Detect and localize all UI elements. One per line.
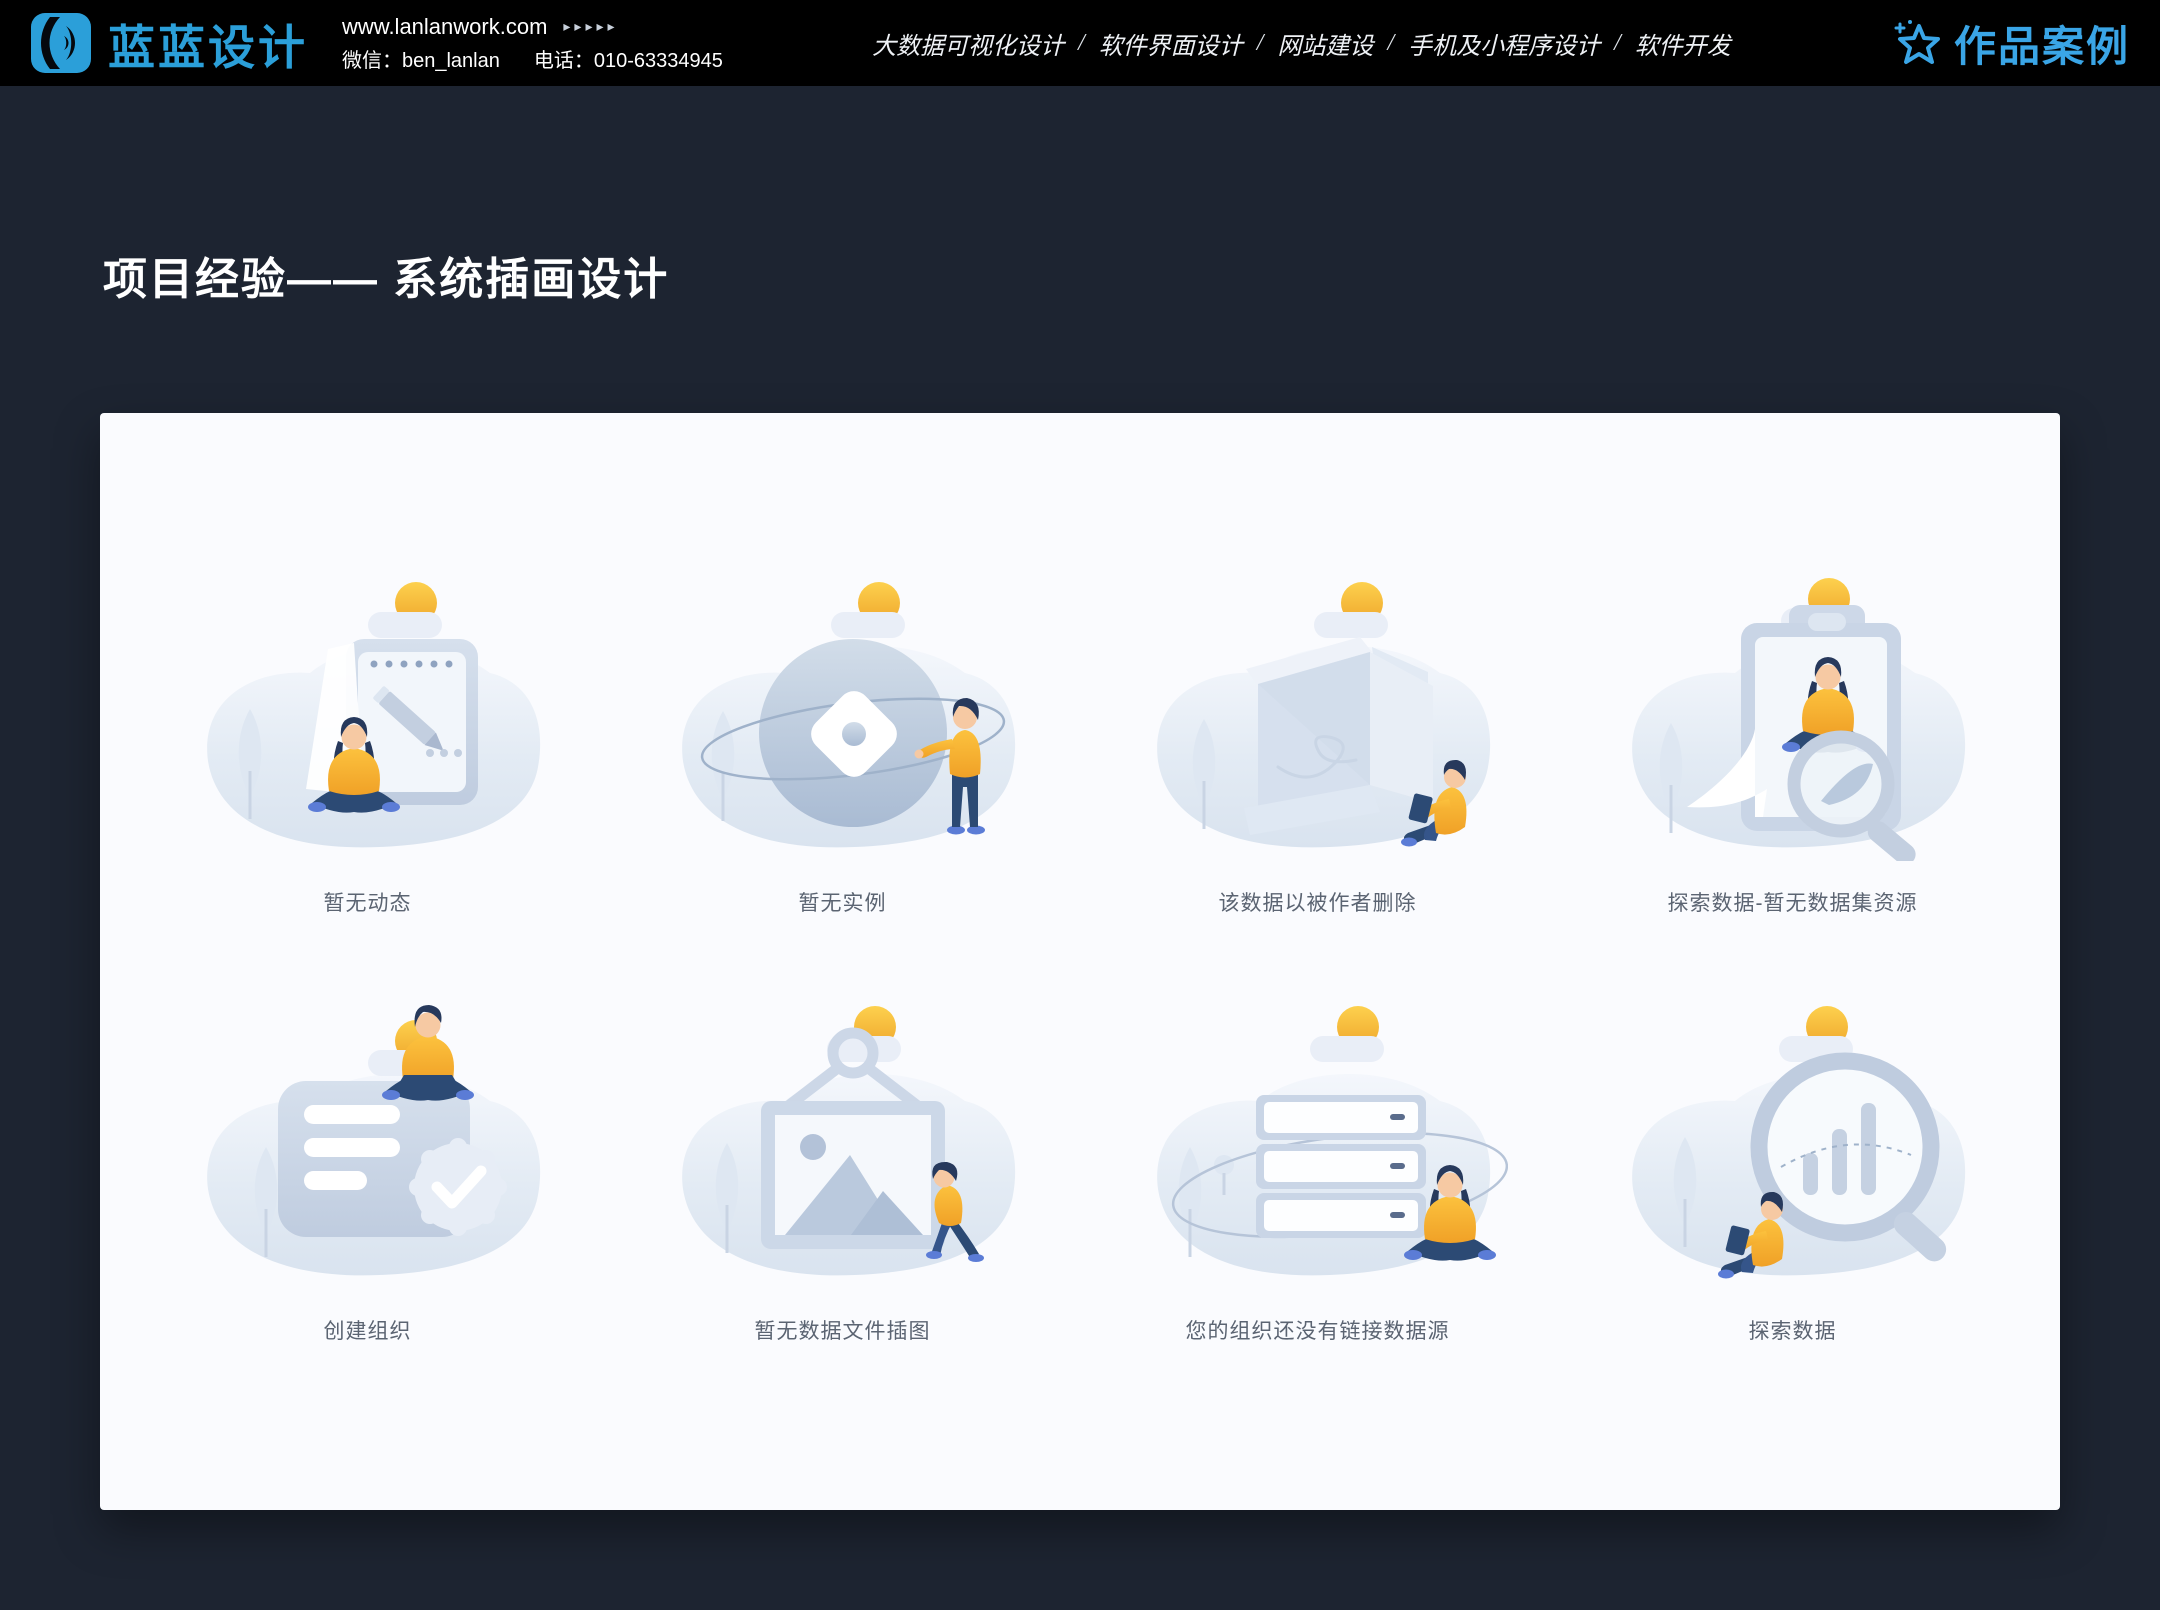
sun-cloud-icon [368,582,442,638]
tile-caption: 探索数据 [1749,1315,1837,1345]
nav-separator: / [1078,30,1085,57]
tile-caption: 暂无数据文件插图 [755,1315,931,1345]
nav-item-mobile-miniapp[interactable]: 手机及小程序设计 [1408,26,1600,61]
tile-caption: 您的组织还没有链接数据源 [1186,1315,1450,1345]
portfolio-label: 作品案例 [1954,13,2130,74]
illustration-server-stack [1128,979,1508,1289]
check-badge-icon [409,1138,507,1236]
page-title: 项目经验—— 系统插画设计 [103,243,669,307]
arrows-decoration: ▸▸▸▸▸ [563,18,618,35]
illustration-compass-disc [653,551,1033,861]
tile-caption: 该数据以被作者删除 [1219,887,1417,917]
nav-item-dev[interactable]: 软件开发 [1635,26,1731,61]
tile-caption: 探索数据-暂无数据集资源 [1668,887,1918,917]
illustration-picture-frame [653,979,1033,1289]
tile-no-datasource: 您的组织还没有链接数据源 [1080,979,1555,1345]
nav-item-bigdata[interactable]: 大数据可视化设计 [872,26,1064,61]
tile-caption: 暂无动态 [324,887,412,917]
tile-explore-data: 探索数据 [1555,979,2030,1345]
sun-cloud-icon [831,582,905,638]
nav-separator: / [1387,30,1394,57]
phone-info: 电话：010-63334945 [534,44,723,73]
contact-block: www.lanlanwork.com ▸▸▸▸▸ 微信：ben_lanlan 电… [342,14,723,73]
illustration-empty-open-box [1128,551,1508,861]
tile-create-org: 创建组织 [130,979,605,1345]
nav-item-software-ui[interactable]: 软件界面设计 [1099,26,1243,61]
top-header: 蓝蓝设计 www.lanlanwork.com ▸▸▸▸▸ 微信：ben_lan… [0,0,2160,86]
tile-explore-no-dataset: 探索数据-暂无数据集资源 [1555,551,2030,917]
site-url[interactable]: www.lanlanwork.com [342,14,547,40]
nav-item-website[interactable]: 网站建设 [1277,26,1373,61]
brand-logo[interactable]: 蓝蓝设计 [30,9,308,78]
illustration-magnifier-bar-chart [1603,979,1983,1289]
tile-caption: 创建组织 [324,1315,412,1345]
tile-no-activity: 暂无动态 [130,551,605,917]
tile-no-data-file: 暂无数据文件插图 [605,979,1080,1345]
nav-separator: / [1614,30,1621,57]
main-nav: 大数据可视化设计 / 软件界面设计 / 网站建设 / 手机及小程序设计 / 软件… [723,26,1880,61]
tile-deleted-data: 该数据以被作者删除 [1080,551,1555,917]
showcase-card: 暂无动态 暂无实例 [100,413,2060,1510]
illustration-grid: 暂无动态 暂无实例 [130,551,2030,1345]
illustration-clipboard-magnifier [1603,551,1983,861]
wechat-info: 微信：ben_lanlan [342,44,500,73]
picture-frame-icon [761,1033,945,1249]
illustration-list-card-check [178,979,558,1289]
illustration-notepad-pencil [178,551,558,861]
tile-no-instance: 暂无实例 [605,551,1080,917]
star-sparkle-icon [1892,18,1942,68]
sun-cloud-icon [1310,1006,1384,1062]
portfolio-link[interactable]: 作品案例 [1892,13,2130,74]
nav-separator: / [1257,30,1264,57]
sun-cloud-icon [1314,582,1388,638]
brand-name: 蓝蓝设计 [108,9,308,78]
tile-caption: 暂无实例 [799,887,887,917]
lanlan-logo-icon [30,12,92,74]
